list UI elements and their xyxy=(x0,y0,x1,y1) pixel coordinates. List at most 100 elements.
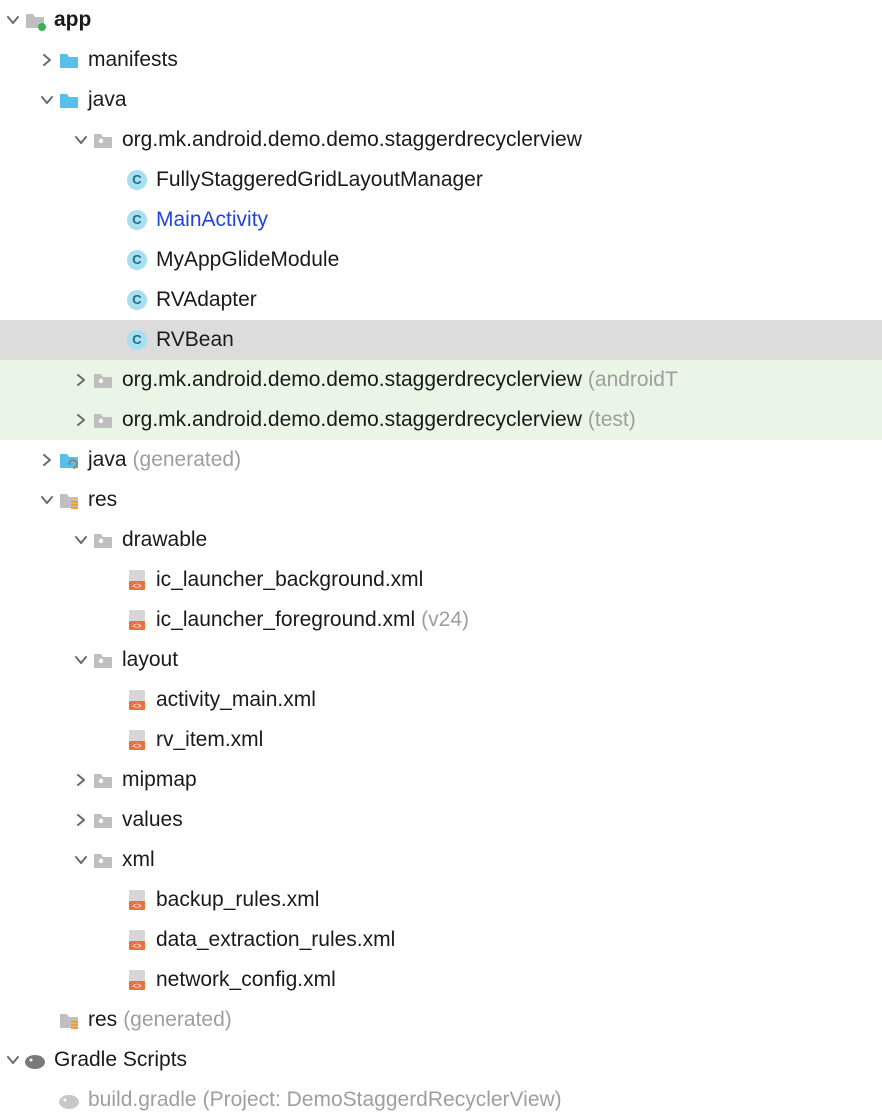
tree-row[interactable]: data_extraction_rules.xml xyxy=(0,920,882,960)
package-icon xyxy=(92,649,114,671)
tree-row[interactable]: network_config.xml xyxy=(0,960,882,1000)
tree-row[interactable]: org.mk.android.demo.demo.staggerdrecycle… xyxy=(0,360,882,400)
tree-row[interactable]: mipmap xyxy=(0,760,882,800)
xml-icon xyxy=(126,929,148,951)
tree-row[interactable]: manifests xyxy=(0,40,882,80)
tree-item-label: build.gradle xyxy=(88,1088,197,1112)
tree-row[interactable]: org.mk.android.demo.demo.staggerdrecycle… xyxy=(0,120,882,160)
folder-icon xyxy=(58,89,80,111)
tree-row[interactable]: MainActivity xyxy=(0,200,882,240)
arrow-spacer xyxy=(108,973,122,987)
tree-row[interactable]: xml xyxy=(0,840,882,880)
tree-row[interactable]: app xyxy=(0,0,882,40)
chevron-down-icon[interactable] xyxy=(6,13,20,27)
chevron-right-icon[interactable] xyxy=(74,813,88,827)
tree-item-suffix: (Project: DemoStaggerdRecyclerView) xyxy=(203,1088,562,1112)
tree-item-label: RVAdapter xyxy=(156,288,257,312)
arrow-spacer xyxy=(108,733,122,747)
xml-icon xyxy=(126,889,148,911)
arrow-spacer xyxy=(108,293,122,307)
tree-row[interactable]: res xyxy=(0,480,882,520)
tree-row[interactable]: RVAdapter xyxy=(0,280,882,320)
tree-row[interactable]: org.mk.android.demo.demo.staggerdrecycle… xyxy=(0,400,882,440)
xml-icon xyxy=(126,609,148,631)
arrow-spacer xyxy=(108,213,122,227)
tree-row[interactable]: activity_main.xml xyxy=(0,680,882,720)
tree-item-suffix: (test) xyxy=(588,408,636,432)
chevron-down-icon[interactable] xyxy=(74,533,88,547)
tree-item-label: ic_launcher_background.xml xyxy=(156,568,423,592)
tree-item-label: manifests xyxy=(88,48,178,72)
tree-item-label: RVBean xyxy=(156,328,234,352)
tree-row[interactable]: ic_launcher_foreground.xml(v24) xyxy=(0,600,882,640)
class-icon xyxy=(126,209,148,231)
package-icon xyxy=(92,129,114,151)
tree-item-suffix: (v24) xyxy=(421,608,469,632)
chevron-down-icon[interactable] xyxy=(6,1053,20,1067)
tree-item-label: network_config.xml xyxy=(156,968,336,992)
package-icon xyxy=(92,849,114,871)
project-tree[interactable]: app manifests java org.mk.android.demo.demo… xyxy=(0,0,882,1120)
arrow-spacer xyxy=(108,693,122,707)
tree-item-label: drawable xyxy=(122,528,207,552)
class-icon xyxy=(126,169,148,191)
chevron-right-icon[interactable] xyxy=(40,53,54,67)
tree-row[interactable]: layout xyxy=(0,640,882,680)
tree-item-suffix: (androidT xyxy=(588,368,678,392)
chevron-right-icon[interactable] xyxy=(40,453,54,467)
tree-item-suffix: (generated) xyxy=(133,448,242,472)
chevron-down-icon[interactable] xyxy=(74,133,88,147)
tree-item-label: ic_launcher_foreground.xml xyxy=(156,608,415,632)
arrow-spacer xyxy=(108,573,122,587)
chevron-right-icon[interactable] xyxy=(74,413,88,427)
arrow-spacer xyxy=(108,933,122,947)
tree-item-label: xml xyxy=(122,848,155,872)
tree-row[interactable]: backup_rules.xml xyxy=(0,880,882,920)
res-root-icon xyxy=(58,1009,80,1031)
tree-item-suffix: (generated) xyxy=(123,1008,232,1032)
chevron-down-icon[interactable] xyxy=(40,493,54,507)
xml-icon xyxy=(126,689,148,711)
package-icon xyxy=(92,409,114,431)
package-icon xyxy=(92,809,114,831)
folder-icon xyxy=(58,49,80,71)
tree-row[interactable]: ic_launcher_background.xml xyxy=(0,560,882,600)
arrow-spacer xyxy=(40,1013,54,1027)
tree-item-label: values xyxy=(122,808,183,832)
package-icon xyxy=(92,369,114,391)
tree-row[interactable]: MyAppGlideModule xyxy=(0,240,882,280)
tree-item-label: activity_main.xml xyxy=(156,688,316,712)
tree-row[interactable]: values xyxy=(0,800,882,840)
arrow-spacer xyxy=(108,613,122,627)
generated-icon xyxy=(58,449,80,471)
tree-row[interactable]: Gradle Scripts xyxy=(0,1040,882,1080)
chevron-down-icon[interactable] xyxy=(74,853,88,867)
arrow-spacer xyxy=(108,253,122,267)
arrow-spacer xyxy=(108,173,122,187)
class-icon xyxy=(126,329,148,351)
chevron-right-icon[interactable] xyxy=(74,773,88,787)
tree-row[interactable]: drawable xyxy=(0,520,882,560)
tree-item-label: MainActivity xyxy=(156,208,268,232)
xml-icon xyxy=(126,729,148,751)
tree-row[interactable]: FullyStaggeredGridLayoutManager xyxy=(0,160,882,200)
tree-item-label: mipmap xyxy=(122,768,197,792)
tree-row[interactable]: build.gradle(Project: DemoStaggerdRecycl… xyxy=(0,1080,882,1120)
tree-row[interactable]: res(generated) xyxy=(0,1000,882,1040)
class-icon xyxy=(126,289,148,311)
tree-item-label: layout xyxy=(122,648,178,672)
tree-item-label: rv_item.xml xyxy=(156,728,263,752)
tree-item-label: Gradle Scripts xyxy=(54,1048,187,1072)
tree-item-label: org.mk.android.demo.demo.staggerdrecycle… xyxy=(122,408,582,432)
tree-row[interactable]: java xyxy=(0,80,882,120)
tree-item-label: app xyxy=(54,8,91,32)
tree-row[interactable]: rv_item.xml xyxy=(0,720,882,760)
tree-item-label: java xyxy=(88,448,127,472)
tree-row[interactable]: java(generated) xyxy=(0,440,882,480)
chevron-down-icon[interactable] xyxy=(40,93,54,107)
chevron-right-icon[interactable] xyxy=(74,373,88,387)
arrow-spacer xyxy=(108,333,122,347)
chevron-down-icon[interactable] xyxy=(74,653,88,667)
tree-item-label: org.mk.android.demo.demo.staggerdrecycle… xyxy=(122,128,582,152)
tree-row[interactable]: RVBean xyxy=(0,320,882,360)
